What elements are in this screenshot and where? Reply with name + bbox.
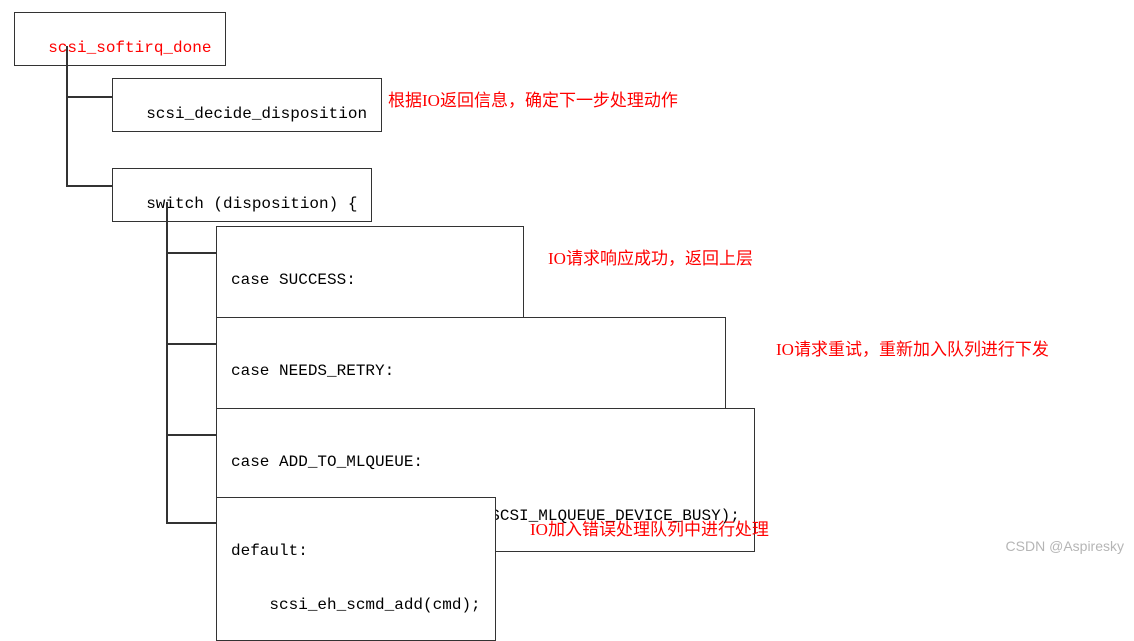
node-switch: switch (disposition) { <box>112 168 372 222</box>
watermark: CSDN @Aspiresky <box>1006 538 1124 554</box>
case-success-line1: case SUCCESS: <box>231 271 509 289</box>
connector-v-root <box>66 46 68 186</box>
case-default-line2: scsi_eh_scmd_add(cmd); <box>231 596 481 614</box>
annot-retry: IO请求重试，重新加入队列进行下发 <box>776 335 1049 360</box>
decide-label: scsi_decide_disposition <box>146 105 367 123</box>
node-root: scsi_softirq_done <box>14 12 226 66</box>
case-default-line1: default: <box>231 542 481 560</box>
case-mlqueue-line1: case ADD_TO_MLQUEUE: <box>231 453 740 471</box>
connector-h-switch <box>66 185 112 187</box>
annot-decide: 根据IO返回信息，确定下一步处理动作 <box>388 86 678 111</box>
case-retry-line1: case NEEDS_RETRY: <box>231 362 711 380</box>
connector-h-success <box>166 252 216 254</box>
annot-default: IO加入错误处理队列中进行处理 <box>530 515 769 540</box>
node-case-default: default: scsi_eh_scmd_add(cmd); <box>216 497 496 641</box>
root-label: scsi_softirq_done <box>48 39 211 57</box>
connector-h-decide <box>66 96 112 98</box>
switch-label: switch (disposition) { <box>146 195 357 213</box>
node-decide: scsi_decide_disposition <box>112 78 382 132</box>
annot-success: IO请求响应成功，返回上层 <box>548 244 753 269</box>
connector-h-retry <box>166 343 216 345</box>
connector-h-default <box>166 522 216 524</box>
connector-h-mlqueue <box>166 434 216 436</box>
connector-v-switch <box>166 202 168 524</box>
